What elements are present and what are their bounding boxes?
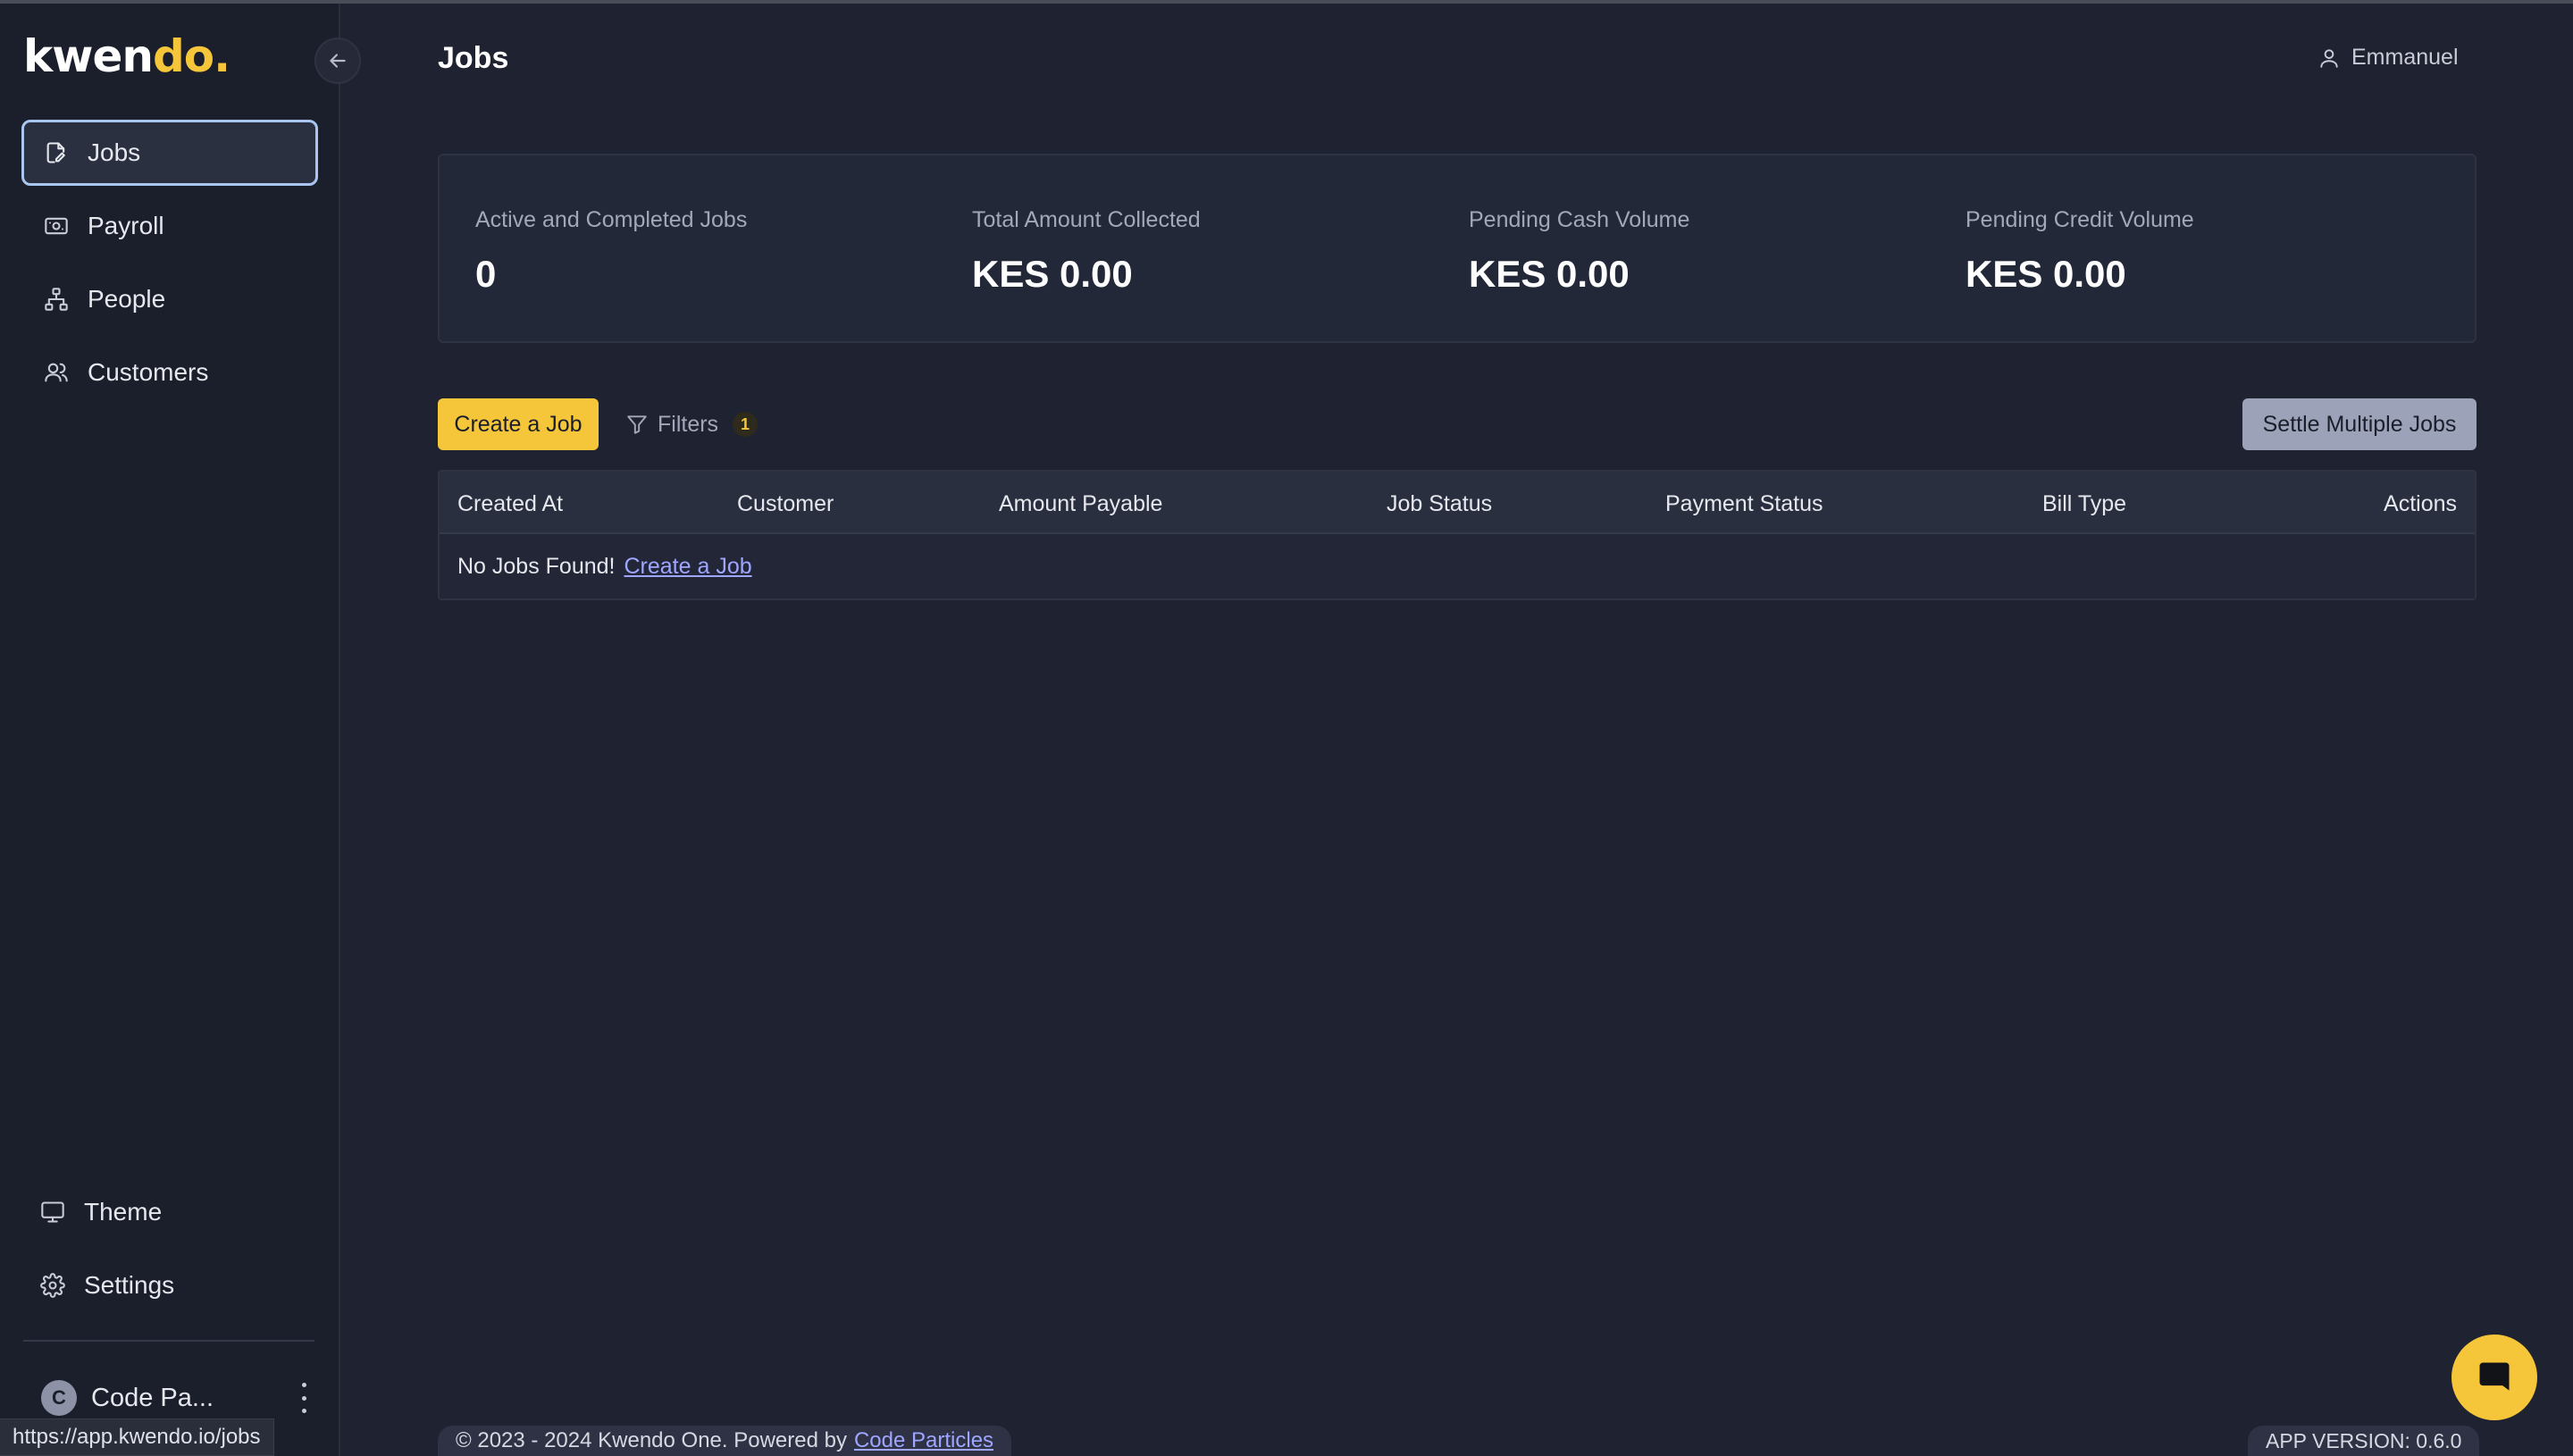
gear-icon bbox=[39, 1272, 66, 1299]
sidebar-item-settings[interactable]: Settings bbox=[21, 1252, 318, 1318]
status-url: https://app.kwendo.io/jobs bbox=[0, 1418, 274, 1456]
monitor-icon bbox=[39, 1199, 66, 1226]
create-job-button[interactable]: Create a Job bbox=[438, 398, 599, 450]
stat-pending-cash: Pending Cash Volume KES 0.00 bbox=[1469, 207, 1689, 296]
stat-value: KES 0.00 bbox=[972, 253, 1133, 295]
kwendo-logo[interactable]: kwendo. bbox=[23, 30, 230, 82]
sidebar-item-jobs[interactable]: Jobs bbox=[21, 120, 318, 186]
app-version: APP VERSION: 0.6.0 bbox=[2248, 1426, 2480, 1456]
sidebar-item-label: Jobs bbox=[88, 138, 141, 166]
sidebar-divider bbox=[23, 1340, 314, 1342]
sidebar-item-label: Settings bbox=[84, 1271, 175, 1299]
filters-button[interactable]: Filters 1 bbox=[625, 398, 758, 450]
stat-value: KES 0.00 bbox=[1965, 253, 2126, 295]
stat-label: Pending Cash Volume bbox=[1469, 207, 1690, 232]
more-vertical-icon[interactable] bbox=[298, 1383, 309, 1413]
stat-value: 0 bbox=[475, 253, 497, 295]
org-switcher[interactable]: C Code Pa... bbox=[41, 1379, 309, 1417]
org-name: Code Pa... bbox=[91, 1383, 214, 1412]
stat-value: KES 0.00 bbox=[1469, 253, 1630, 295]
user-menu[interactable]: Emmanuel bbox=[2317, 45, 2459, 71]
filters-count-badge: 1 bbox=[733, 412, 758, 437]
sidebar-item-label: Theme bbox=[84, 1198, 163, 1226]
column-header-created-at[interactable]: Created At bbox=[457, 491, 563, 517]
column-header-actions: Actions bbox=[2384, 491, 2457, 516]
copyright-text: © 2023 - 2024 Kwendo One. Powered by bbox=[456, 1428, 847, 1452]
job-edit-icon bbox=[43, 139, 70, 166]
filter-icon bbox=[625, 413, 649, 436]
chat-button[interactable] bbox=[2451, 1335, 2537, 1420]
users-icon bbox=[43, 359, 70, 386]
sidebar-item-label: Customers bbox=[88, 358, 209, 386]
collapse-sidebar-button[interactable] bbox=[314, 38, 361, 84]
user-icon bbox=[2317, 46, 2341, 70]
arrow-left-icon bbox=[326, 49, 349, 72]
column-header-bill-type[interactable]: Bill Type bbox=[2042, 491, 2126, 517]
stats-card: Active and Completed Jobs 0 Total Amount… bbox=[438, 154, 2477, 343]
org-chart-icon bbox=[43, 286, 70, 313]
stat-total-collected: Total Amount Collected KES 0.00 bbox=[972, 207, 1201, 296]
table-header: Created At Customer Amount Payable Job S… bbox=[440, 472, 2475, 534]
sidebar: kwendo. Jobs Payroll People Customers Th… bbox=[0, 4, 340, 1456]
sidebar-bottom-nav: Theme Settings bbox=[21, 1179, 318, 1326]
stat-label: Total Amount Collected bbox=[972, 207, 1201, 232]
footer-copyright: © 2023 - 2024 Kwendo One. Powered by Code… bbox=[438, 1426, 1012, 1456]
chat-bubble-icon bbox=[2475, 1358, 2514, 1397]
create-job-link[interactable]: Create a Job bbox=[624, 554, 752, 579]
stat-pending-credit: Pending Credit Volume KES 0.00 bbox=[1965, 207, 2194, 296]
sidebar-item-payroll[interactable]: Payroll bbox=[21, 193, 318, 259]
filters-label: Filters bbox=[658, 411, 719, 437]
sidebar-item-customers[interactable]: Customers bbox=[21, 339, 318, 406]
empty-message: No Jobs Found! bbox=[457, 554, 616, 579]
settle-multiple-jobs-button[interactable]: Settle Multiple Jobs bbox=[2242, 398, 2477, 450]
sidebar-item-theme[interactable]: Theme bbox=[21, 1179, 318, 1245]
page-title: Jobs bbox=[438, 41, 509, 75]
window-top-border bbox=[0, 0, 2573, 4]
sidebar-item-people[interactable]: People bbox=[21, 266, 318, 332]
column-header-payment-status[interactable]: Payment Status bbox=[1665, 491, 1823, 517]
avatar: C bbox=[41, 1380, 77, 1416]
sidebar-item-label: People bbox=[88, 285, 166, 313]
column-header-job-status[interactable]: Job Status bbox=[1387, 491, 1492, 517]
user-name: Emmanuel bbox=[2351, 45, 2459, 70]
column-header-customer[interactable]: Customer bbox=[737, 491, 834, 517]
table-empty-state: No Jobs Found! Create a Job bbox=[457, 554, 752, 580]
sidebar-nav: Jobs Payroll People Customers bbox=[21, 120, 318, 413]
cash-icon bbox=[43, 213, 70, 239]
stat-active-jobs: Active and Completed Jobs 0 bbox=[475, 207, 747, 296]
column-header-amount-payable[interactable]: Amount Payable bbox=[999, 491, 1162, 517]
jobs-table: Created At Customer Amount Payable Job S… bbox=[438, 470, 2477, 600]
stat-label: Pending Credit Volume bbox=[1965, 207, 2194, 232]
stat-label: Active and Completed Jobs bbox=[475, 207, 748, 232]
code-particles-link[interactable]: Code Particles bbox=[854, 1428, 993, 1453]
sidebar-item-label: Payroll bbox=[88, 212, 164, 239]
